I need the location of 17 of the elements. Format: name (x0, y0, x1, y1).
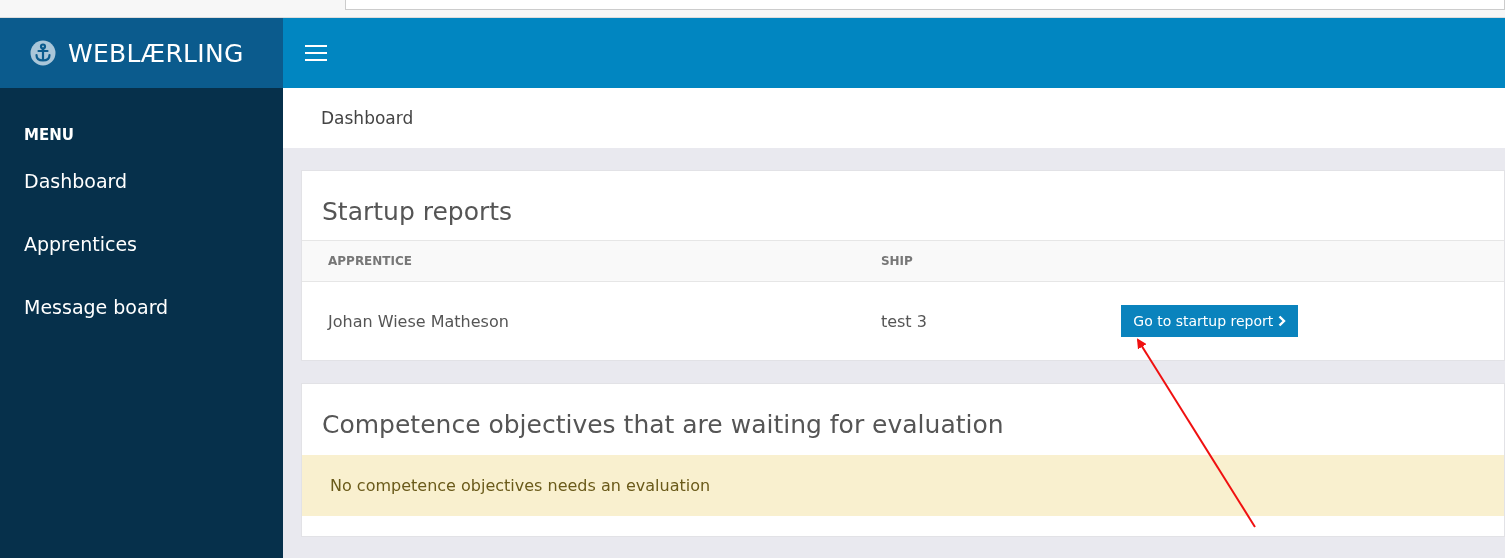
column-header: APPRENTICE (328, 254, 412, 268)
notice-text: No competence objectives needs an evaluation (330, 476, 711, 495)
menu-item[interactable]: Apprentices (0, 233, 147, 296)
brand-name: WEBLÆRLING (68, 38, 244, 68)
chevron-icon (1278, 315, 1287, 327)
anchor-icon (30, 40, 56, 66)
breadcrumb[interactable]: Dashboard (321, 108, 414, 128)
column-header: SHIP (880, 254, 913, 268)
table-cell: test 3 (880, 311, 927, 331)
menu-icon[interactable] (305, 44, 327, 62)
card-title: Competence objectives that are waiting for evaluation (321, 409, 1005, 441)
card-title: Startup reports (321, 196, 514, 228)
startup-report-button[interactable]: Go to startup report (1121, 305, 1299, 337)
table-cell: Johan Wiese Matheson (328, 311, 509, 331)
menu-item[interactable]: Dashboard (0, 170, 138, 233)
menu-heading: MENU (23, 126, 74, 144)
menu-item[interactable]: Message board (0, 296, 179, 359)
